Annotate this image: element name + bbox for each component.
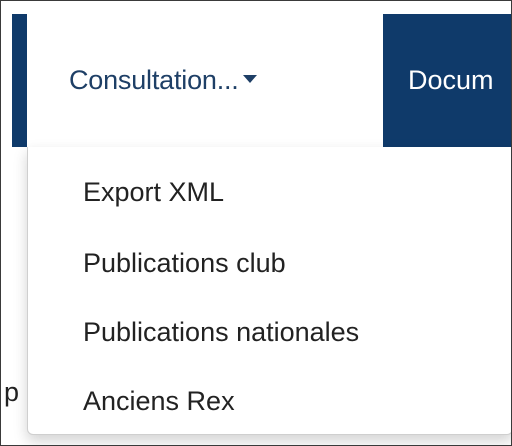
partial-page-text: p [4, 377, 20, 407]
menu-item-publications-nationales[interactable]: Publications nationales [83, 317, 359, 348]
nav-tab-consultation-label: Consultation... [69, 65, 239, 95]
menu-item-publications-club[interactable]: Publications club [83, 248, 286, 279]
navbar: Consultation... Docum [12, 14, 511, 147]
nav-tab-documents[interactable]: Docum [408, 14, 494, 147]
screenshot-frame: Consultation... Docum p Export XML Publi… [0, 0, 512, 446]
nav-tab-documents-label: Docum [408, 65, 494, 95]
menu-item-anciens-rex[interactable]: Anciens Rex [83, 386, 235, 417]
consultation-dropdown-menu: Export XML Publications club Publication… [27, 147, 511, 435]
nav-tab-consultation[interactable]: Consultation... [27, 14, 383, 147]
caret-down-icon [242, 74, 257, 83]
menu-item-export-xml[interactable]: Export XML [83, 177, 224, 208]
